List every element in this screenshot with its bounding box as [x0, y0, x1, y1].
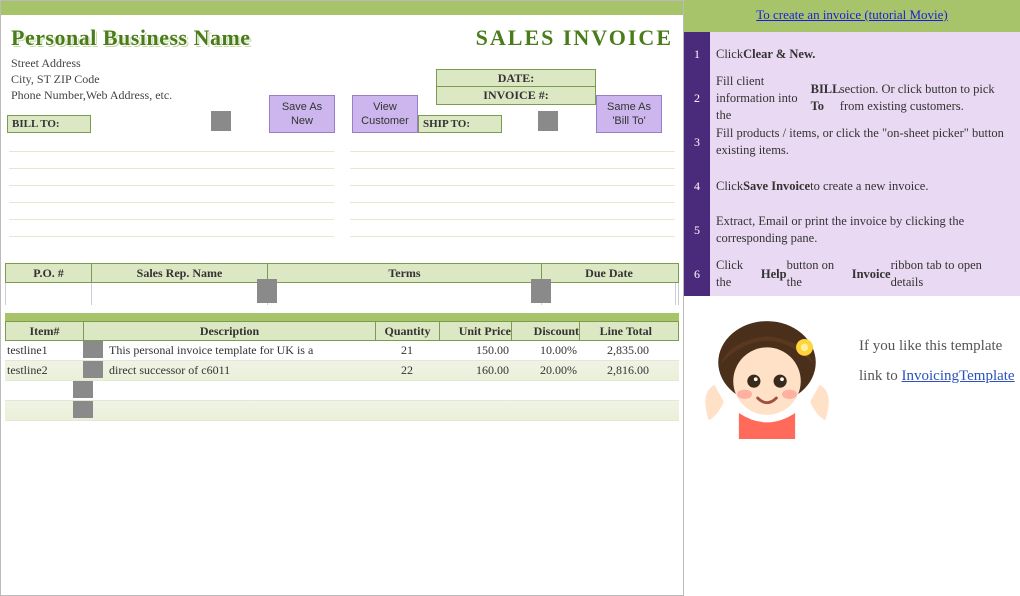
item-row[interactable] — [5, 381, 679, 401]
ship-to-header: SHIP TO: — [418, 115, 502, 133]
date-invoice-box: DATE: INVOICE #: — [436, 69, 596, 105]
view-customer-button[interactable]: View Customer — [352, 95, 418, 133]
same-as-billto-button[interactable]: Same As 'Bill To' — [596, 95, 662, 133]
bill-to-header: BILL TO: — [7, 115, 91, 133]
col-quantity: Quantity — [376, 322, 440, 340]
tip-text: Click the Help button on the Invoice rib… — [710, 252, 1020, 296]
billto-line[interactable] — [9, 152, 334, 169]
billto-line[interactable] — [9, 186, 334, 203]
tip-text: Fill client information into the BILL To… — [710, 76, 1020, 120]
shipto-line[interactable] — [350, 152, 675, 169]
po-input-row[interactable] — [5, 283, 679, 305]
shipto-line[interactable] — [350, 135, 675, 152]
billto-line[interactable] — [9, 135, 334, 152]
tip-number: 4 — [684, 164, 710, 208]
item-row[interactable]: testline1 This personal invoice template… — [5, 341, 679, 361]
tip-number: 1 — [684, 32, 710, 76]
shipto-line[interactable] — [350, 186, 675, 203]
green-separator — [5, 313, 679, 321]
tip-number: 3 — [684, 120, 710, 164]
girl-illustration — [692, 308, 842, 439]
tip-text: Click Save Invoice to create a new invoi… — [710, 164, 1020, 208]
item-picker-icon[interactable] — [73, 401, 93, 418]
col-item: Item# — [6, 322, 84, 340]
invoice-sheet: Personal Business Name SALES INVOICE Str… — [0, 0, 684, 596]
invoicing-template-link[interactable]: InvoicingTemplate — [902, 368, 1015, 384]
date-label: DATE: — [436, 69, 596, 87]
shipto-line[interactable] — [350, 203, 675, 220]
item-discount[interactable]: 10.00% — [511, 341, 579, 360]
item-price[interactable]: 150.00 — [439, 341, 511, 360]
tip-number: 5 — [684, 208, 710, 252]
shipto-line[interactable] — [350, 169, 675, 186]
picker-shipto-icon[interactable] — [538, 111, 558, 131]
save-as-new-button[interactable]: Save As New — [269, 95, 335, 133]
item-qty[interactable]: 22 — [375, 361, 439, 380]
item-total: 2,835.00 — [579, 341, 651, 360]
item-discount[interactable]: 20.00% — [511, 361, 579, 380]
billto-line[interactable] — [9, 169, 334, 186]
due-date-header: Due Date — [542, 264, 676, 282]
billto-line[interactable] — [9, 220, 334, 237]
item-desc[interactable]: This personal invoice template for UK is… — [109, 343, 313, 357]
item-total: 2,816.00 — [579, 361, 651, 380]
sales-rep-header: Sales Rep. Name — [92, 264, 268, 282]
po-header-row: P.O. # Sales Rep. Name Terms Due Date — [5, 263, 679, 283]
footer-text-2: link to — [859, 368, 902, 384]
item-code[interactable]: testline2 — [5, 361, 83, 380]
po-number-header: P.O. # — [6, 264, 92, 282]
shipto-line[interactable] — [350, 220, 675, 237]
tip-text: Extract, Email or print the invoice by c… — [710, 208, 1020, 252]
col-description: Description — [84, 322, 376, 340]
item-price[interactable]: 160.00 — [439, 361, 511, 380]
picker-billto-icon[interactable] — [211, 111, 231, 131]
col-discount: Discount — [512, 322, 580, 340]
billto-line[interactable] — [9, 203, 334, 220]
item-row[interactable]: testline2 direct successor of c6011 22 1… — [5, 361, 679, 381]
top-green-bar — [1, 1, 683, 15]
help-side-panel: To create an invoice (tutorial Movie) 12… — [684, 0, 1020, 596]
footer-text-1: If you like this template — [859, 331, 1015, 361]
tip-text: Click Clear & New. — [710, 32, 1020, 76]
terms-picker-icon[interactable] — [531, 279, 551, 303]
items-header-row: Item# Description Quantity Unit Price Di… — [5, 321, 679, 341]
item-picker-icon[interactable] — [73, 381, 93, 398]
item-desc[interactable]: direct successor of c6011 — [109, 363, 230, 377]
invoice-number-label: INVOICE #: — [436, 87, 596, 105]
tips-panel: 123456 Click Clear & New.Fill client inf… — [684, 32, 1020, 296]
item-picker-icon[interactable] — [83, 361, 103, 378]
item-row[interactable] — [5, 401, 679, 421]
tip-number: 6 — [684, 252, 710, 296]
terms-header: Terms — [268, 264, 542, 282]
invoice-title: SALES INVOICE — [476, 25, 673, 51]
tutorial-link[interactable]: To create an invoice (tutorial Movie) — [756, 7, 947, 22]
item-code[interactable]: testline1 — [5, 341, 83, 360]
item-picker-icon[interactable] — [83, 341, 103, 358]
tip-text: Fill products / items, or click the "on-… — [710, 120, 1020, 164]
item-qty[interactable]: 21 — [375, 341, 439, 360]
col-line-total: Line Total — [580, 322, 652, 340]
col-unit-price: Unit Price — [440, 322, 512, 340]
tutorial-link-bar: To create an invoice (tutorial Movie) — [684, 0, 1020, 32]
tip-number: 2 — [684, 76, 710, 120]
